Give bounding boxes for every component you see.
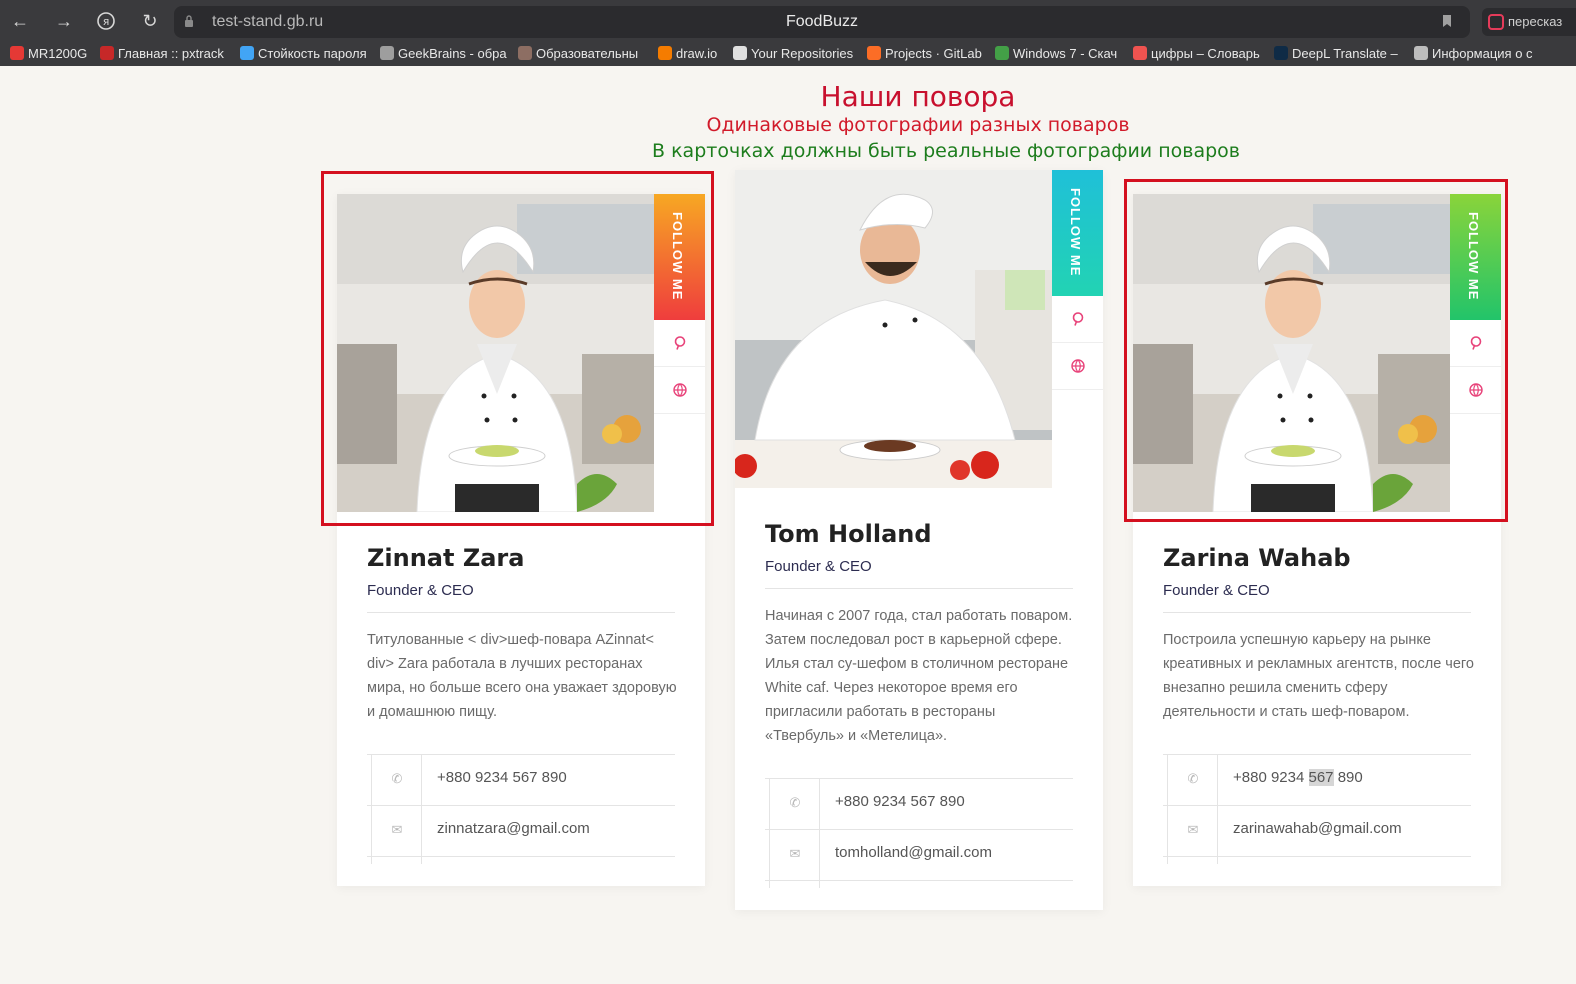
table-line — [367, 856, 675, 857]
bookmark-item[interactable]: Projects · GitLab — [867, 45, 987, 63]
yandex-icon[interactable]: я — [96, 11, 116, 31]
bookmark-favicon-icon — [1414, 46, 1428, 60]
bookmark-item[interactable]: Стойкость пароля — [240, 45, 368, 63]
pinterest-icon[interactable] — [1052, 296, 1103, 343]
phone-text[interactable]: +880 9234 567 890 — [835, 793, 965, 810]
bookmark-favicon-icon — [518, 46, 532, 60]
table-line — [1163, 856, 1471, 857]
chef-name: Zarina Wahab — [1163, 544, 1351, 572]
bookmark-item[interactable]: цифры – Словарь — [1133, 45, 1261, 63]
selected-text: 567 — [1308, 769, 1334, 786]
extension-button[interactable]: пересказ — [1482, 8, 1576, 36]
back-arrow-icon[interactable]: ← — [10, 11, 30, 31]
contact-row-phone: ✆ +880 9234 567 890 — [1163, 754, 1471, 805]
bookmark-item[interactable]: Информация о с — [1414, 45, 1540, 63]
bookmark-item[interactable]: draw.io — [658, 45, 726, 63]
table-line — [765, 880, 1073, 881]
contact-row-email: ✉ zarinawahab@gmail.com — [1163, 805, 1471, 856]
phone-icon: ✆ — [1187, 771, 1199, 786]
highlight-box — [321, 171, 714, 526]
bookmark-icon[interactable] — [1442, 14, 1452, 28]
bookmark-favicon-icon — [995, 46, 1009, 60]
follow-me-label: FOLLOW ME — [1068, 188, 1083, 277]
bookmark-item[interactable]: Your Repositories — [733, 45, 859, 63]
bookmark-favicon-icon — [10, 46, 24, 60]
envelope-icon: ✉ — [1187, 822, 1199, 837]
bookmark-favicon-icon — [240, 46, 254, 60]
bookmark-favicon-icon — [100, 46, 114, 60]
forward-arrow-icon[interactable]: → — [54, 11, 74, 31]
divider — [765, 588, 1073, 589]
page-title: FoodBuzz — [785, 13, 859, 30]
review-note-green: В карточках должны быть реальные фотогра… — [652, 140, 1240, 162]
envelope-icon: ✉ — [391, 822, 403, 837]
address-bar[interactable]: test-stand.gb.ru FoodBuzz — [174, 6, 1470, 38]
svg-text:я: я — [103, 15, 110, 28]
chef-role: Founder & CEO — [1163, 582, 1270, 599]
bookmark-item[interactable]: Windows 7 - Скач — [995, 45, 1121, 63]
chef-card: FOLLOW ME Tom Holland Founder & CEO Начи… — [735, 170, 1103, 910]
contact-row-email: ✉ zinnatzara@gmail.com — [367, 805, 675, 856]
chef-bio: Начиная с 2007 года, стал работать повар… — [765, 608, 1073, 744]
extension-label: пересказ — [1508, 14, 1563, 29]
phone-text[interactable]: +880 9234 567 890 — [437, 769, 567, 786]
chef-name: Tom Holland — [765, 520, 932, 548]
bookmark-favicon-icon — [380, 46, 394, 60]
bookmark-favicon-icon — [1133, 46, 1147, 60]
contact-row-phone: ✆ +880 9234 567 890 — [765, 778, 1073, 829]
divider — [367, 612, 675, 613]
bookmark-item[interactable]: Образовательны — [518, 45, 648, 63]
phone-icon: ✆ — [789, 795, 801, 810]
contact-row-email: ✉ tomholland@gmail.com — [765, 829, 1073, 880]
phone-text[interactable]: +880 9234 567 890 — [1233, 769, 1363, 786]
bookmark-item[interactable]: DeepL Translate – — [1274, 45, 1400, 63]
contact-table: ✆ +880 9234 567 890 ✉ zarinawahab@gmail.… — [1163, 754, 1471, 864]
chef-bio: Построила успешную карьеру на рынке креа… — [1163, 632, 1474, 720]
chef-role: Founder & CEO — [367, 582, 474, 599]
bookmark-item[interactable]: MR1200G — [10, 45, 92, 63]
bookmark-favicon-icon — [867, 46, 881, 60]
email-link[interactable]: tomholland@gmail.com — [835, 844, 992, 861]
browser-toolbar: ← → я ↻ test-stand.gb.ru FoodBuzz переск… — [0, 0, 1576, 42]
chef-role: Founder & CEO — [765, 558, 872, 575]
divider — [1163, 612, 1471, 613]
chef-name: Zinnat Zara — [367, 544, 525, 572]
contact-row-phone: ✆ +880 9234 567 890 — [367, 754, 675, 805]
chef-bio: Титулованные < div>шеф-повара AZinnat< d… — [367, 632, 677, 720]
phone-icon: ✆ — [391, 771, 403, 786]
review-note-red: Одинаковые фотографии разных поваров — [706, 114, 1130, 136]
bookmark-favicon-icon — [1274, 46, 1288, 60]
bookmark-item[interactable]: GeekBrains - обра — [380, 45, 508, 63]
bookmarks-bar: MR1200G Главная :: pxtrack Стойкость пар… — [0, 42, 1576, 66]
bookmark-favicon-icon — [733, 46, 747, 60]
reload-icon[interactable]: ↻ — [140, 11, 160, 31]
bookmark-item[interactable]: Главная :: pxtrack — [100, 45, 228, 63]
highlight-box — [1124, 179, 1508, 522]
bookmark-favicon-icon — [658, 46, 672, 60]
chef-photo — [735, 170, 1052, 488]
contact-table: ✆ +880 9234 567 890 ✉ zinnatzara@gmail.c… — [367, 754, 675, 864]
email-link[interactable]: zarinawahab@gmail.com — [1233, 820, 1402, 837]
envelope-icon: ✉ — [789, 846, 801, 861]
follow-me-ribbon[interactable]: FOLLOW ME — [1052, 170, 1103, 296]
page-heading: Наши повора — [820, 80, 1016, 113]
globe-icon[interactable] — [1052, 343, 1103, 390]
email-link[interactable]: zinnatzara@gmail.com — [437, 820, 590, 837]
extension-icon — [1488, 14, 1504, 30]
contact-table: ✆ +880 9234 567 890 ✉ tomholland@gmail.c… — [765, 778, 1073, 888]
social-sidebar: FOLLOW ME — [1052, 170, 1103, 488]
